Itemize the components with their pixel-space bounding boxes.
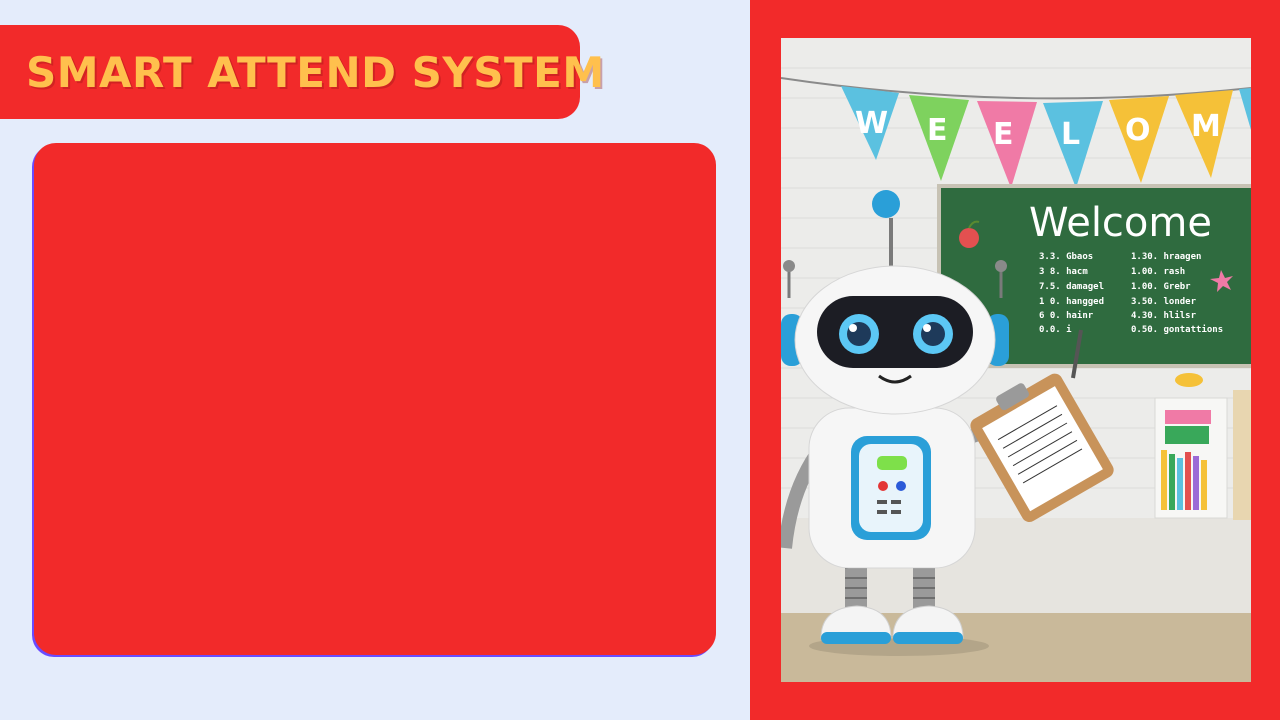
svg-text:1.00. Grebr: 1.00. Grebr	[1131, 282, 1191, 292]
bunting-letter-3: E	[993, 117, 1014, 152]
svg-text:0.0. i: 0.0. i	[1039, 324, 1072, 335]
svg-text:6 0. hainr: 6 0. hainr	[1039, 310, 1094, 321]
bunting-letter-1: W	[855, 106, 888, 141]
svg-text:1 0. hangged: 1 0. hangged	[1039, 297, 1104, 307]
bunting-letter-5: O	[1125, 113, 1151, 148]
svg-text:3.50. londer: 3.50. londer	[1131, 297, 1197, 307]
title-banner: SMART ATTEND SYSTEM	[0, 25, 604, 119]
illustration-frame: W E E L O M Welcome 3.3. Gbaos 3 8. hacm…	[750, 0, 1280, 720]
svg-text:3 8. hacm: 3 8. hacm	[1039, 267, 1088, 277]
bunting-letter-4: L	[1061, 117, 1080, 152]
svg-text:1.30. hraagen: 1.30. hraagen	[1131, 252, 1201, 262]
svg-text:4.30. hlilsr: 4.30. hlilsr	[1131, 310, 1197, 321]
app-title: SMART ATTEND SYSTEM	[26, 47, 605, 97]
svg-text:7.5. damagel: 7.5. damagel	[1039, 282, 1104, 292]
chalkboard-title: Welcome	[1029, 200, 1212, 246]
robot-classroom-illustration: W E E L O M Welcome 3.3. Gbaos 3 8. hacm…	[781, 38, 1251, 682]
svg-text:0.50. gontattions: 0.50. gontattions	[1131, 324, 1223, 335]
camera-feed-panel	[34, 143, 716, 655]
bunting-letter-2: E	[927, 113, 948, 148]
svg-text:1.00. rash: 1.00. rash	[1131, 267, 1185, 277]
svg-text:3.3. Gbaos: 3.3. Gbaos	[1039, 252, 1093, 262]
bunting-letter-6: M	[1191, 109, 1221, 144]
